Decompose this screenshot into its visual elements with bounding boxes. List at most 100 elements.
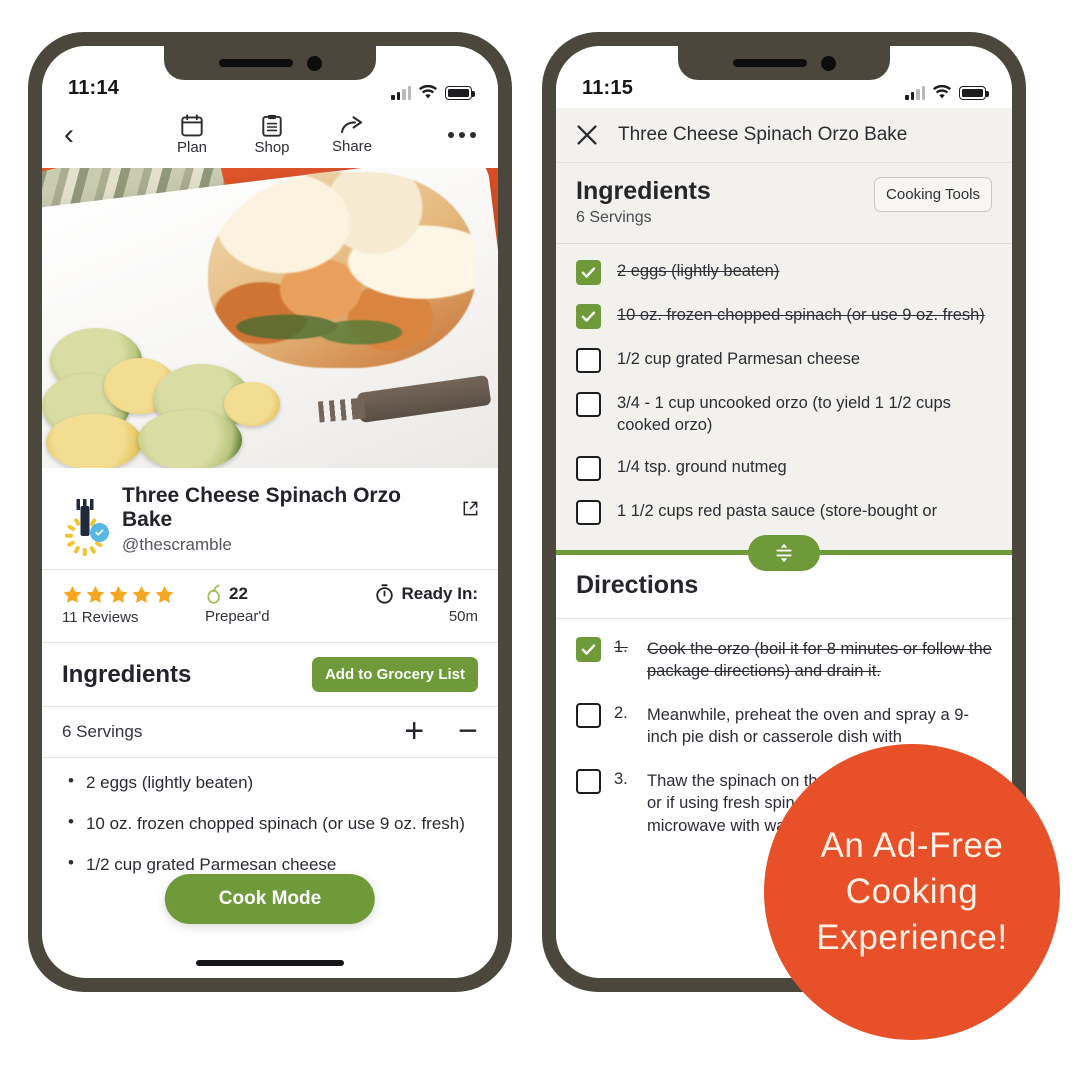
ingredient-checkbox[interactable] — [576, 260, 601, 285]
back-button[interactable]: ‹ — [64, 120, 74, 150]
panel-resize-handle[interactable] — [748, 534, 820, 571]
phone-mockup-left: 11:14 ‹ Plan Shop Share Three Cheese Spi… — [28, 32, 512, 992]
add-to-grocery-list-button[interactable]: Add to Grocery List — [311, 657, 478, 692]
recipe-photo — [42, 168, 498, 468]
share-label: Share — [331, 138, 373, 155]
shop-label: Shop — [254, 139, 290, 156]
direction-checkbox[interactable] — [576, 637, 601, 662]
shop-button[interactable]: Shop — [246, 114, 298, 156]
recipe-header: Three Cheese Spinach Orzo Bake @thescram… — [42, 468, 498, 569]
direction-text: Cook the orzo (boil it for 8 minutes or … — [647, 640, 992, 681]
cellular-signal-icon — [391, 86, 411, 100]
increase-servings-button[interactable]: + — [404, 714, 424, 748]
check-icon — [581, 644, 596, 655]
ingredient-text: 2 eggs (lightly beaten) — [85, 772, 254, 792]
wifi-icon — [933, 85, 951, 99]
more-options-button[interactable] — [448, 132, 476, 138]
orzo-bake-serving — [208, 172, 476, 368]
phone-notch — [164, 46, 376, 80]
prepeard-count: 22 — [229, 584, 248, 603]
list-item: • 10 oz. frozen chopped spinach (or use … — [68, 812, 478, 834]
direction-checkbox[interactable] — [576, 768, 601, 794]
servings-stepper: + − — [404, 714, 478, 748]
ingredient-text: 3/4 - 1 cup uncooked orzo (to yield 1 1/… — [617, 394, 951, 434]
ingredients-checklist: 2 eggs (lightly beaten) 10 oz. frozen ch… — [556, 244, 1012, 550]
decrease-servings-button[interactable]: − — [458, 714, 478, 748]
ingredients-heading-block: Ingredients 6 Servings — [576, 177, 711, 227]
status-icons — [391, 85, 475, 100]
resize-updown-icon — [776, 543, 792, 562]
ingredient-text: 1/2 cup grated Parmesan cheese — [85, 855, 337, 875]
ready-in-top: Ready In: — [335, 584, 478, 604]
cook-mode-topbar: Three Cheese Spinach Orzo Bake — [556, 108, 1012, 163]
ingredients-list-left: • 2 eggs (lightly beaten) • 10 oz. froze… — [42, 758, 498, 876]
ingredient-checkbox[interactable] — [576, 499, 601, 525]
external-link-icon[interactable] — [463, 501, 478, 516]
ingredient-checkbox[interactable] — [576, 348, 601, 373]
list-item[interactable]: 1/2 cup grated Parmesan cheese — [576, 348, 992, 373]
list-item[interactable]: 2. Meanwhile, preheat the oven and spray… — [576, 702, 992, 749]
earpiece-speaker-icon — [218, 59, 293, 67]
rating-stat: 11 Reviews — [62, 584, 205, 626]
list-item[interactable]: 10 oz. frozen chopped spinach (or use 9 … — [576, 304, 992, 329]
cook-mode-title: Three Cheese Spinach Orzo Bake — [618, 124, 908, 145]
prepeard-stat: 22 Prepear'd — [205, 584, 335, 626]
list-item: • 2 eggs (lightly beaten) — [68, 771, 478, 793]
ingredient-checkbox[interactable] — [576, 392, 601, 417]
front-camera-icon — [306, 55, 322, 71]
action-group: Plan Shop Share — [166, 114, 378, 156]
list-item[interactable]: 1/4 tsp. ground nutmeg — [576, 455, 992, 481]
prepeard-top: 22 — [205, 584, 335, 604]
star-icon — [86, 585, 105, 603]
servings-value: 6 Servings — [576, 209, 652, 226]
recipe-author-handle[interactable]: @thescramble — [122, 535, 478, 555]
plan-label: Plan — [176, 139, 208, 156]
status-time: 11:15 — [582, 77, 634, 99]
battery-icon — [445, 86, 475, 100]
direction-number: 1. — [614, 638, 628, 656]
direction-checkbox[interactable] — [576, 702, 601, 728]
star-icon — [155, 585, 174, 603]
ad-badge-line-2: Cooking — [845, 871, 979, 911]
ingredient-text: 1/4 tsp. ground nutmeg — [617, 457, 787, 476]
ingredient-checkbox[interactable] — [576, 304, 601, 329]
stopwatch-icon — [376, 584, 394, 604]
ingredients-header-right: Ingredients 6 Servings Cooking Tools — [556, 163, 1012, 244]
phone-screen-left: 11:14 ‹ Plan Shop Share Three Cheese Spi… — [42, 46, 498, 978]
ingredient-checkbox[interactable] — [576, 455, 601, 481]
ingredient-text: 2 eggs (lightly beaten) — [617, 262, 780, 280]
pear-icon — [207, 584, 220, 604]
status-time: 11:14 — [68, 77, 120, 99]
bullet-icon: • — [68, 812, 74, 832]
plan-button[interactable]: Plan — [166, 114, 218, 156]
page-title: Three Cheese Spinach Orzo Bake — [122, 484, 478, 532]
check-icon — [581, 267, 596, 278]
recipe-stats: 11 Reviews 22 Prepear'd Ready In: 50m — [42, 570, 498, 642]
share-arrow-icon — [340, 116, 363, 134]
list-item[interactable]: 3/4 - 1 cup uncooked orzo (to yield 1 1/… — [576, 392, 992, 437]
ready-in-value: 50m — [448, 608, 478, 625]
front-camera-icon — [820, 55, 836, 71]
earpiece-speaker-icon — [732, 59, 807, 67]
recipe-title-text: Three Cheese Spinach Orzo Bake — [122, 484, 401, 531]
list-item[interactable]: 2 eggs (lightly beaten) — [576, 260, 992, 285]
fork-icon — [76, 498, 94, 536]
list-item[interactable]: 1 1/2 cups red pasta sauce (store-bought… — [576, 499, 992, 525]
ingredients-heading: Ingredients — [576, 177, 711, 205]
cooking-tools-button[interactable]: Cooking Tools — [874, 177, 992, 212]
ingredient-text: 1 1/2 cups red pasta sauce (store-bought… — [617, 501, 938, 520]
ingredients-heading: Ingredients — [62, 660, 192, 688]
squash-slice — [46, 414, 142, 468]
direction-number: 3. — [614, 769, 628, 788]
bullet-icon: • — [68, 853, 74, 873]
battery-icon — [959, 86, 989, 100]
cook-mode-button[interactable]: Cook Mode — [164, 874, 376, 924]
squash-slice — [224, 382, 280, 426]
list-item[interactable]: 1. Cook the orzo (boil it for 8 minutes … — [576, 637, 992, 683]
close-icon[interactable] — [576, 124, 598, 146]
clipboard-icon — [262, 114, 282, 137]
share-button[interactable]: Share — [326, 114, 378, 156]
directions-heading: Directions — [576, 571, 699, 599]
ready-in-label: Ready In: — [401, 584, 478, 603]
cellular-signal-icon — [905, 86, 925, 100]
